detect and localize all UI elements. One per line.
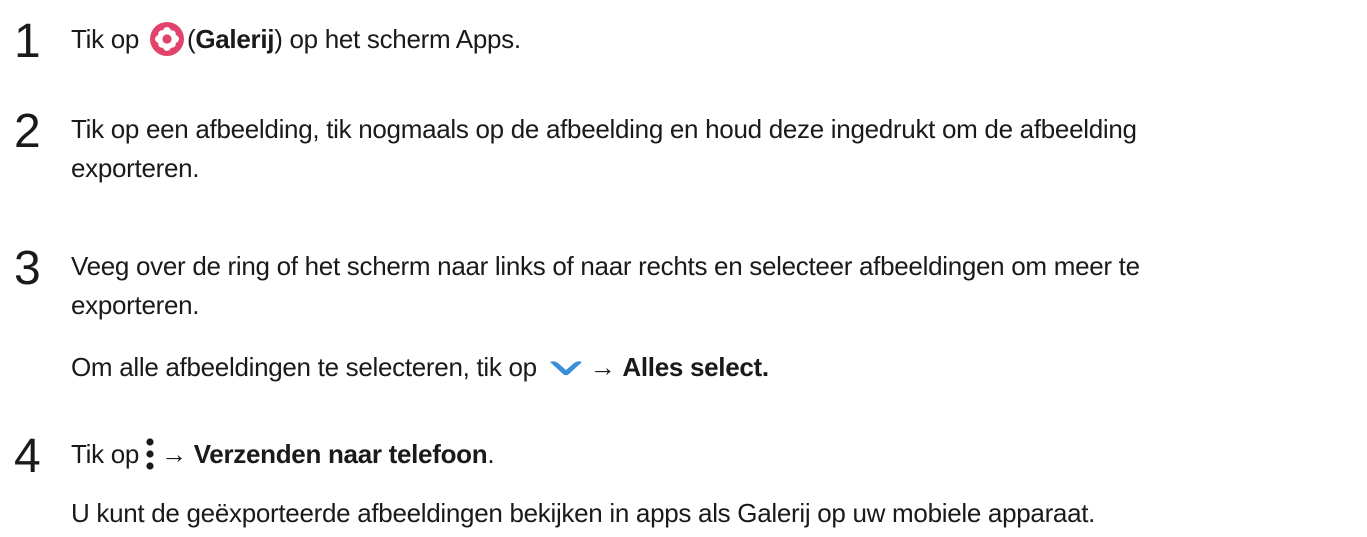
step-number: 3 — [14, 242, 41, 295]
arrow: → — [161, 439, 187, 469]
verzenden-label: Verzenden naar telefoon — [193, 439, 488, 469]
step-text-prefix: Tik op — [71, 24, 140, 54]
step-text: Tik op → Verzenden naar telefoon. — [71, 436, 1367, 472]
step-note: Om alle afbeeldingen te selecteren, tik … — [71, 349, 1367, 385]
step-text: Tik op (Galerij) op het scherm Apps. — [71, 21, 1367, 57]
galerij-app-icon — [149, 22, 184, 56]
step-text-suffix: ) op het scherm Apps. — [274, 24, 521, 54]
arrow: → — [589, 352, 616, 382]
step-text-suffix: . — [487, 439, 495, 469]
step-number: 1 — [14, 15, 41, 68]
step-text-line-1: Veeg over de ring of het scherm naar lin… — [71, 251, 1140, 281]
step-text-line-1: Tik op een afbeelding, tik nogmaals op d… — [71, 114, 1137, 144]
step-text-line-2: exporteren. — [71, 153, 200, 183]
note-prefix: Om alle afbeeldingen te selecteren, tik … — [71, 352, 537, 382]
alles-select-label: Alles select. — [622, 352, 769, 382]
step-text-prefix: Tik op — [71, 439, 140, 469]
step-number: 4 — [14, 430, 41, 483]
step-number: 2 — [14, 105, 41, 158]
more-options-icon — [145, 437, 155, 471]
step-note: U kunt de geëxporteerde afbeeldingen bek… — [71, 498, 1096, 528]
chevron-down-icon — [548, 350, 584, 376]
galerij-label: Galerij — [195, 24, 275, 54]
step-text-line-2: exporteren. — [71, 290, 200, 320]
